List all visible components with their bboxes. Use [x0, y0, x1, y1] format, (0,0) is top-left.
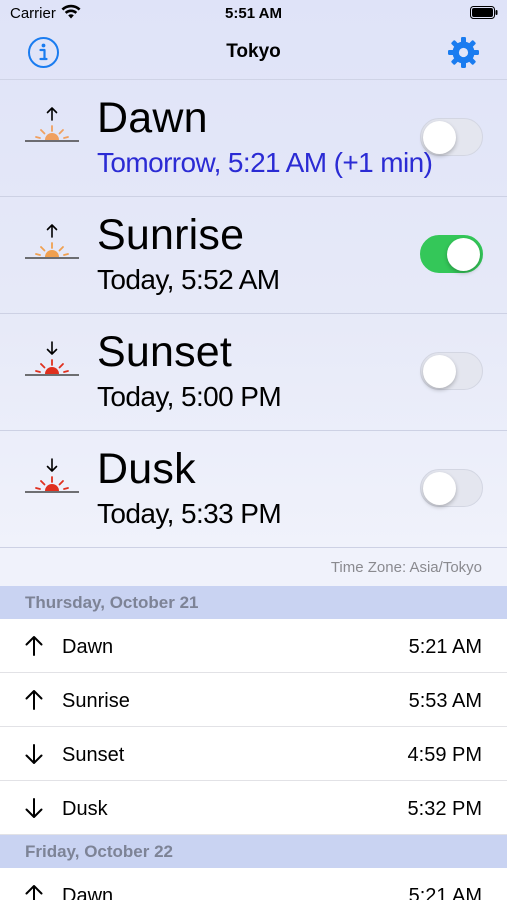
nav-bar: Tokyo: [0, 26, 507, 80]
page-title: Tokyo: [226, 41, 281, 62]
event-row-sunset: Sunset Today, 5:00 PM: [0, 314, 507, 431]
battery-icon: [470, 6, 498, 19]
dawn-sun-icon: [25, 107, 79, 142]
toggle-knob: [423, 121, 456, 154]
list-item-name: Dawn: [62, 636, 114, 658]
sunset-sun-icon: [25, 341, 79, 376]
event-row-dusk: Dusk Today, 5:33 PM: [0, 431, 507, 548]
sunrise-sun-icon: [25, 224, 79, 259]
toggle-knob: [447, 238, 480, 271]
list-item[interactable]: Dawn 5:21 AM: [0, 868, 507, 900]
screen: Carrier 5:51 AM Tokyo Dawn Tomorrow, 5:2…: [0, 0, 507, 900]
event-name: Dusk: [97, 445, 196, 493]
event-name: Dawn: [97, 94, 208, 142]
list-item-time: 5:21 AM: [408, 636, 482, 658]
dusk-sun-icon: [25, 458, 79, 493]
status-time: 5:51 AM: [225, 5, 282, 22]
event-name: Sunset: [97, 328, 233, 376]
arrow-down-icon: [25, 798, 43, 818]
dawn-toggle[interactable]: [420, 118, 483, 156]
toggle-knob: [423, 355, 456, 388]
list-item-name: Dusk: [62, 798, 108, 820]
list-item[interactable]: Sunset 4:59 PM: [0, 727, 507, 781]
arrow-up-icon: [25, 885, 43, 900]
list-item-time: 4:59 PM: [407, 744, 482, 766]
list-item[interactable]: Sunrise 5:53 AM: [0, 673, 507, 727]
sunset-toggle[interactable]: [420, 352, 483, 390]
gear-icon[interactable]: [447, 36, 480, 69]
dusk-toggle[interactable]: [420, 469, 483, 507]
arrow-up-icon: [25, 690, 43, 710]
event-time: Today, 5:52 AM: [97, 264, 280, 295]
day-header-label: Friday, October 22: [25, 842, 174, 861]
list-item-name: Sunrise: [62, 690, 130, 712]
list-item-time: 5:53 AM: [408, 690, 482, 712]
event-time: Today, 5:00 PM: [97, 381, 282, 412]
list-item[interactable]: Dusk 5:32 PM: [0, 781, 507, 835]
event-row-sunrise: Sunrise Today, 5:52 AM: [0, 197, 507, 314]
time-zone-row: Time Zone: Asia/Tokyo: [0, 548, 507, 586]
day-header: Thursday, October 21: [0, 586, 507, 619]
list-item[interactable]: Dawn 5:21 AM: [0, 619, 507, 673]
list-item-time: 5:21 AM: [408, 885, 482, 900]
time-zone-label: Time Zone: Asia/Tokyo: [330, 559, 482, 576]
list-item-time: 5:32 PM: [407, 798, 482, 820]
event-time: Today, 5:33 PM: [97, 498, 282, 529]
day-header: Friday, October 22: [0, 835, 507, 868]
arrow-down-icon: [25, 744, 43, 764]
event-time: Tomorrow, 5:21 AM (+1 min): [97, 147, 433, 178]
list-item-name: Sunset: [62, 744, 125, 766]
status-bar: Carrier 5:51 AM: [0, 0, 507, 26]
toggle-knob: [423, 472, 456, 505]
event-name: Sunrise: [97, 211, 245, 259]
day-header-label: Thursday, October 21: [25, 593, 199, 612]
event-row-dawn: Dawn Tomorrow, 5:21 AM (+1 min): [0, 80, 507, 197]
arrow-up-icon: [25, 636, 43, 656]
sunrise-toggle[interactable]: [420, 235, 483, 273]
list-item-name: Dawn: [62, 885, 114, 900]
